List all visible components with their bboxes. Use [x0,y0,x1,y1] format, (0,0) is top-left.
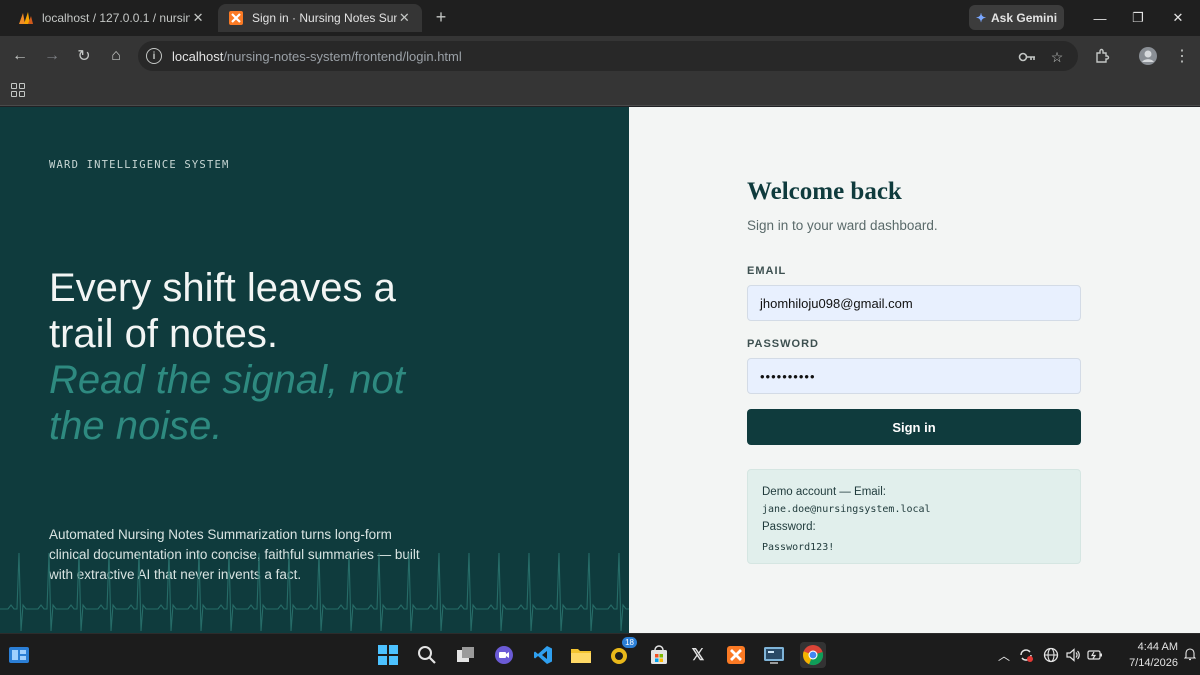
password-field[interactable]: •••••••••• [747,358,1081,394]
home-icon[interactable]: ⌂ [104,44,128,68]
x-app-icon[interactable]: 𝕏 [685,642,711,668]
demo-account-intro: Demo account — Email: [762,486,886,498]
system-clock[interactable]: 4:44 AM 7/14/2026 [1108,639,1178,671]
gemini-sparkle-icon: ✦ [975,10,987,25]
restore-window-button[interactable]: ❐ [1116,0,1160,36]
extensions-icon[interactable] [1090,44,1114,68]
bookmark-star-icon[interactable]: ☆ [1048,48,1066,66]
site-info-icon[interactable]: i [146,48,162,64]
windows-taskbar: 18 𝕏 ︿ 4:44 AM 7/14/2026 [0,633,1200,675]
demo-password-label: Password: [762,521,816,533]
email-label: EMAIL [747,265,787,277]
battery-icon[interactable] [1086,647,1104,666]
bookmarks-bar [0,76,1200,106]
vscode-icon[interactable] [530,642,556,668]
login-title: Welcome back [747,178,902,205]
sync-alert-icon[interactable] [1018,647,1034,666]
address-bar[interactable]: i localhost/nursing-notes-system/fronten… [138,41,1078,71]
email-field[interactable]: jhomhiloju098@gmail.com [747,285,1081,321]
clock-date: 7/14/2026 [1129,657,1178,669]
password-key-icon[interactable] [1018,48,1036,66]
close-window-button[interactable]: ✕ [1156,0,1200,36]
phpmyadmin-icon [18,10,34,26]
ecg-waveform-decoration [0,552,629,632]
widgets-icon[interactable] [6,642,32,668]
back-arrow-icon[interactable]: ← [8,44,32,68]
windows-start-icon[interactable] [375,642,401,668]
demo-account-note: Demo account — Email: jane.doe@nursingsy… [747,469,1081,564]
xampp-taskbar-icon[interactable] [723,642,749,668]
login-subtitle: Sign in to your ward dashboard. [747,218,938,233]
hero-headline: Every shift leaves a trail of notes. [49,266,396,356]
xampp-icon [228,10,244,26]
close-tab-icon[interactable]: ✕ [397,10,412,26]
clock-time: 4:44 AM [1137,641,1178,653]
tab-sign-in[interactable]: Sign in · Nursing Notes Summa ✕ [218,4,422,32]
login-page: WARD INTELLIGENCE SYSTEM Every shift lea… [0,107,1200,633]
demo-email: jane.doe@nursingsystem.local [762,504,931,515]
chrome-taskbar-icon[interactable] [800,642,826,668]
browser-menu-icon[interactable]: ⋮ [1170,44,1194,68]
remote-desktop-icon[interactable] [761,642,787,668]
ask-gemini-label: Ask Gemini [991,10,1058,25]
show-hidden-icons-chevron-icon[interactable]: ︿ [998,647,1010,664]
profile-avatar[interactable] [1136,44,1160,68]
browser-tab-strip: localhost / 127.0.0.1 / nursing_n ✕ Sign… [0,0,1200,36]
demo-password: Password123! [762,542,835,553]
volume-icon[interactable] [1065,647,1081,666]
language-globe-icon[interactable] [1043,647,1059,666]
new-tab-button[interactable]: + [430,6,452,28]
browser-toolbar: ← → ↻ ⌂ i localhost/nursing-notes-system… [0,36,1200,76]
notification-app-icon[interactable]: 18 [607,637,637,668]
file-explorer-icon[interactable] [568,642,594,668]
tab-phpmyadmin[interactable]: localhost / 127.0.0.1 / nursing_n ✕ [8,4,216,32]
hero-kicker: WARD INTELLIGENCE SYSTEM [49,159,230,171]
microsoft-store-icon[interactable] [646,642,672,668]
hero-headline-accent: Read the signal, not the noise. [49,358,405,448]
task-view-icon[interactable] [453,642,479,668]
search-icon[interactable] [414,642,440,668]
app-badge-count: 18 [622,637,637,648]
login-panel: Welcome back Sign in to your ward dashbo… [629,107,1200,633]
sign-in-button[interactable]: Sign in [747,409,1081,445]
apps-grid-icon[interactable] [11,83,25,97]
chat-icon[interactable] [491,642,517,668]
forward-arrow-icon[interactable]: → [40,44,64,68]
reload-icon[interactable]: ↻ [72,44,96,68]
password-label: PASSWORD [747,338,819,350]
close-tab-icon[interactable]: ✕ [190,10,206,26]
ask-gemini-button[interactable]: ✦ Ask Gemini [969,5,1064,30]
tab-title: localhost / 127.0.0.1 / nursing_n [42,11,191,25]
notifications-bell-icon[interactable] [1183,647,1197,664]
hero-panel: WARD INTELLIGENCE SYSTEM Every shift lea… [0,107,629,633]
address-url[interactable]: localhost/nursing-notes-system/frontend/… [172,49,462,64]
tab-title: Sign in · Nursing Notes Summa [252,11,397,25]
